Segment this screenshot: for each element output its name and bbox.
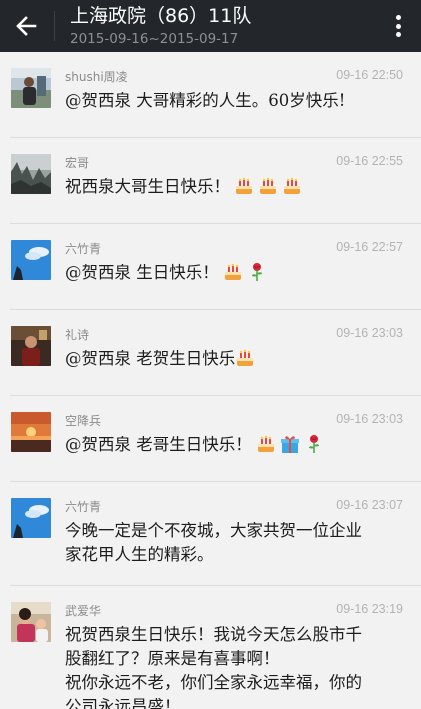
birthday-cake-icon bbox=[260, 177, 276, 194]
sender-name: 空降兵 bbox=[65, 414, 102, 428]
avatar[interactable] bbox=[11, 68, 51, 108]
birthday-cake-icon bbox=[224, 263, 241, 280]
message-text: 今晚一定是个不夜城，大家共贺一位企业 家花甲人生的精彩。 bbox=[65, 519, 410, 567]
message-item[interactable]: 礼诗 09-16 23:03 @贺西泉 老贺生日快乐 bbox=[0, 310, 421, 396]
avatar[interactable] bbox=[11, 326, 51, 366]
chat-title: 上海政院（86）11队 bbox=[70, 5, 252, 27]
message-text-content: @贺西泉 老贺生日快乐 bbox=[65, 349, 236, 368]
message-item[interactable]: 宏哥 09-16 22:55 祝西泉大哥生日快乐！ bbox=[0, 138, 421, 224]
message-text-content: @贺西泉 老哥生日快乐！ bbox=[65, 435, 252, 454]
sender-name: 礼诗 bbox=[65, 328, 90, 342]
back-button[interactable] bbox=[6, 6, 46, 46]
avatar[interactable] bbox=[11, 602, 51, 642]
more-menu-button[interactable] bbox=[389, 12, 407, 40]
message-text: @贺西泉 生日快乐！ bbox=[65, 261, 410, 285]
message-time: 09-16 23:19 bbox=[336, 602, 403, 616]
message-time: 09-16 22:57 bbox=[336, 240, 403, 254]
message-text: @贺西泉 老哥生日快乐！ bbox=[65, 433, 410, 457]
birthday-cake-icon bbox=[284, 177, 300, 194]
sender-name: shushi周凌 bbox=[65, 70, 128, 84]
message-time: 09-16 23:03 bbox=[336, 326, 403, 340]
message-item[interactable]: 六竹青 09-16 22:57 @贺西泉 生日快乐！ bbox=[0, 224, 421, 310]
avatar[interactable] bbox=[11, 498, 51, 538]
message-time: 09-16 23:07 bbox=[336, 498, 403, 512]
message-time: 09-16 22:55 bbox=[336, 154, 403, 168]
birthday-cake-icon bbox=[257, 435, 274, 452]
title-block: 上海政院（86）11队 2015-09-16~2015-09-17 bbox=[70, 4, 251, 48]
sender-name: 六竹青 bbox=[65, 500, 102, 514]
message-text-content: 祝西泉大哥生日快乐！ bbox=[65, 177, 230, 196]
message-line: 今晚一定是个不夜城，大家共贺一位企业 bbox=[65, 521, 362, 540]
avatar[interactable] bbox=[11, 154, 51, 194]
message-text: 祝贺西泉生日快乐！我说今天怎么股市千 股翻红了？原来是有喜事啊！ 祝你永远不老，… bbox=[65, 623, 410, 709]
message-line: 家花甲人生的精彩。 bbox=[65, 545, 214, 564]
message-list[interactable]: shushi周凌 09-16 22:50 @贺西泉 大哥精彩的人生。60岁快乐!… bbox=[0, 52, 421, 709]
message-text: @贺西泉 老贺生日快乐 bbox=[65, 347, 410, 371]
message-text-content: @贺西泉 大哥精彩的人生。60岁快乐! bbox=[65, 91, 346, 110]
message-text: 祝西泉大哥生日快乐！ bbox=[65, 175, 410, 199]
message-item[interactable]: 六竹青 09-16 23:07 今晚一定是个不夜城，大家共贺一位企业 家花甲人生… bbox=[0, 482, 421, 586]
date-range: 2015-09-16~2015-09-17 bbox=[70, 31, 239, 47]
back-arrow-icon bbox=[16, 16, 37, 36]
message-item[interactable]: 空降兵 09-16 23:03 @贺西泉 老哥生日快乐！ bbox=[0, 396, 421, 482]
birthday-cake-icon bbox=[236, 177, 252, 194]
message-text: @贺西泉 大哥精彩的人生。60岁快乐! bbox=[65, 89, 410, 113]
more-vertical-icon bbox=[395, 32, 401, 37]
sender-name: 六竹青 bbox=[65, 242, 102, 256]
avatar[interactable] bbox=[11, 240, 51, 280]
rose-icon bbox=[251, 263, 262, 281]
message-line: 公司永远昌盛！ bbox=[65, 697, 181, 709]
more-vertical-icon bbox=[395, 23, 401, 29]
message-time: 09-16 23:03 bbox=[336, 412, 403, 426]
sender-name: 宏哥 bbox=[65, 156, 90, 170]
top-app-bar: 上海政院（86）11队 2015-09-16~2015-09-17 bbox=[0, 0, 421, 52]
message-time: 09-16 22:50 bbox=[336, 68, 403, 82]
message-text-content: @贺西泉 生日快乐！ bbox=[65, 263, 219, 282]
avatar[interactable] bbox=[11, 412, 51, 452]
message-item[interactable]: shushi周凌 09-16 22:50 @贺西泉 大哥精彩的人生。60岁快乐! bbox=[0, 52, 421, 138]
message-item[interactable]: 武爱华 09-16 23:19 祝贺西泉生日快乐！我说今天怎么股市千 股翻红了？… bbox=[0, 586, 421, 709]
rose-icon bbox=[308, 435, 319, 453]
message-line: 祝贺西泉生日快乐！我说今天怎么股市千 bbox=[65, 625, 362, 644]
gift-icon bbox=[280, 436, 299, 453]
birthday-cake-icon bbox=[237, 349, 254, 366]
sender-name: 武爱华 bbox=[65, 604, 102, 618]
message-line: 祝你永远不老，你们全家永远幸福，你的 bbox=[65, 673, 362, 692]
message-line: 股翻红了？原来是有喜事啊！ bbox=[65, 649, 280, 668]
more-vertical-icon bbox=[395, 15, 401, 20]
header-divider bbox=[54, 11, 55, 41]
